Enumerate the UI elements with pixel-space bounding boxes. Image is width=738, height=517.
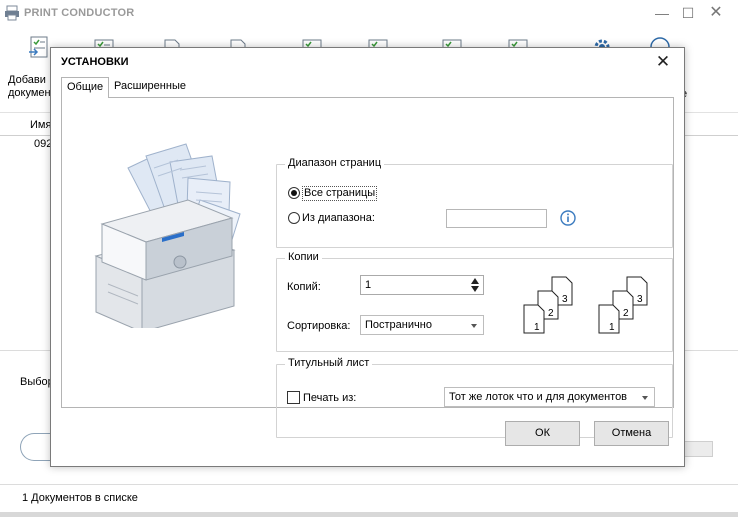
window-close-button[interactable]: ✕: [702, 4, 730, 22]
copies-stepper[interactable]: 1: [360, 275, 484, 295]
printer-app-icon: [5, 5, 19, 21]
svg-text:3: 3: [637, 294, 643, 305]
dialog-close-button[interactable]: ✕: [653, 53, 673, 71]
add-documents-label-line2: докумен: [8, 87, 51, 99]
add-documents-icon[interactable]: [27, 36, 51, 58]
all-pages-radio[interactable]: [288, 187, 300, 199]
bottom-strip: [0, 512, 738, 517]
svg-text:1: 1: [534, 322, 540, 333]
status-text: 1 Документов в списке: [22, 492, 138, 504]
ok-button[interactable]: ОК: [505, 421, 580, 446]
add-documents-label-line1: Добави: [8, 74, 46, 86]
tray-value: Тот же лоток что и для документов: [449, 391, 628, 403]
settings-dialog: УСТАНОВКИ ✕ Общие Расширенные Диапазон с…: [50, 47, 685, 467]
cover-page-title: Титульный лист: [285, 357, 373, 369]
uncollated-pages-icon: 3 2 1: [598, 276, 648, 334]
printer-illustration: [94, 143, 241, 328]
info-icon[interactable]: [560, 210, 576, 226]
copies-group: Копии Копий: 1 Сортировка: Постранично 3…: [276, 251, 673, 352]
spin-up-icon[interactable]: [471, 278, 479, 284]
page-range-title: Диапазон страниц: [285, 157, 385, 169]
from-range-label[interactable]: Из диапазона:: [302, 212, 375, 224]
add-documents-label[interactable]: Добави докумен: [8, 74, 54, 100]
minimize-button[interactable]: —: [648, 4, 676, 22]
tab-advanced[interactable]: Расширенные: [109, 77, 191, 97]
svg-text:1: 1: [609, 322, 615, 333]
page-range-group: Диапазон страниц Все страницы Из диапазо…: [276, 157, 673, 248]
maximize-button[interactable]: ☐: [674, 4, 702, 22]
app-title-bar: PRINT CONDUCTOR — ☐ ✕: [0, 0, 738, 28]
print-from-checkbox[interactable]: [287, 391, 300, 404]
print-from-label[interactable]: Печать из:: [303, 392, 356, 404]
sort-value: Постранично: [365, 319, 432, 331]
from-range-radio[interactable]: [288, 212, 300, 224]
svg-text:2: 2: [548, 308, 554, 319]
tray-dropdown[interactable]: Тот же лоток что и для документов: [444, 387, 655, 407]
select-label: Выбор: [20, 376, 54, 388]
page-range-input[interactable]: [446, 209, 547, 228]
spin-down-icon[interactable]: [471, 286, 479, 292]
tab-general[interactable]: Общие: [61, 77, 110, 98]
svg-text:2: 2: [623, 308, 629, 319]
copies-value: 1: [365, 279, 372, 291]
tab-panel-general: Диапазон страниц Все страницы Из диапазо…: [61, 97, 674, 438]
svg-text:3: 3: [562, 294, 568, 305]
all-pages-label[interactable]: Все страницы: [302, 186, 378, 201]
sort-dropdown[interactable]: Постранично: [360, 315, 484, 335]
cancel-button[interactable]: Отмена: [594, 421, 669, 446]
sort-label: Сортировка:: [287, 320, 351, 332]
copies-title: Копии: [285, 251, 322, 263]
column-header-name[interactable]: Имя: [30, 119, 51, 131]
collated-pages-icon: 3 2 1: [523, 276, 573, 334]
chevron-down-icon: [471, 324, 477, 328]
chevron-down-icon: [642, 396, 648, 400]
dialog-title: УСТАНОВКИ: [61, 56, 129, 68]
copies-label: Копий:: [287, 281, 321, 293]
app-title: PRINT CONDUCTOR: [24, 7, 135, 19]
